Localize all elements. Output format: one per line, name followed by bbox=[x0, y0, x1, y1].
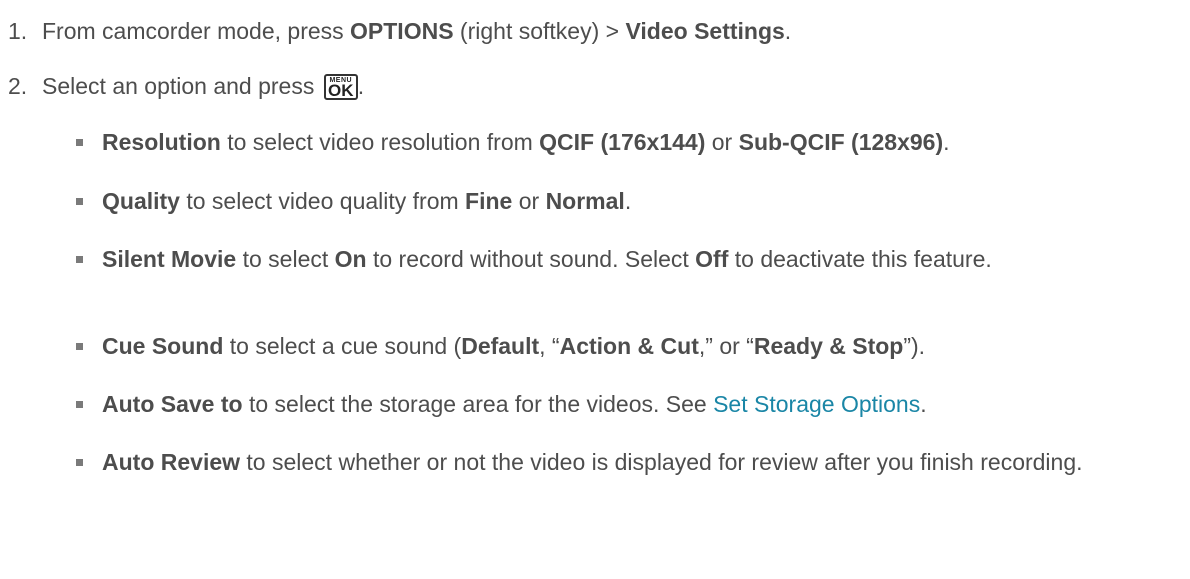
option-text: . bbox=[943, 129, 950, 155]
option-title: Quality bbox=[102, 188, 180, 214]
bullet-square-icon bbox=[76, 401, 83, 408]
option-value: Fine bbox=[465, 188, 513, 214]
option-text: or bbox=[705, 129, 739, 155]
step-text: From camcorder mode, press bbox=[42, 18, 351, 44]
step-number: 2. bbox=[8, 73, 28, 99]
bullet-square-icon bbox=[76, 256, 83, 263]
option-value: Action & Cut bbox=[559, 333, 699, 359]
option-value: Default bbox=[461, 333, 540, 359]
option-title: Cue Sound bbox=[102, 333, 224, 359]
menu-ok-key-icon: MENU OK bbox=[323, 74, 358, 100]
option-silent-movie: Silent Movie to select On to record with… bbox=[76, 245, 1022, 274]
step-2: 2. Select an option and press MENU OK. bbox=[8, 72, 364, 101]
option-title: Silent Movie bbox=[102, 246, 237, 272]
option-text: ,” or “ bbox=[698, 333, 754, 359]
option-title: Resolution bbox=[102, 129, 221, 155]
option-title: Auto Save to bbox=[102, 391, 243, 417]
option-text: ”). bbox=[903, 333, 926, 359]
instructions-page: 1. From camcorder mode, press OPTIONS (ri… bbox=[0, 0, 1190, 579]
option-text: . bbox=[920, 391, 927, 417]
option-text: , “ bbox=[539, 333, 560, 359]
option-text: to select bbox=[236, 246, 335, 272]
option-text: to record without sound. Select bbox=[366, 246, 696, 272]
option-title: Auto Review bbox=[102, 449, 241, 475]
step-text: (right softkey) > bbox=[453, 18, 626, 44]
step-text: . bbox=[357, 73, 365, 99]
option-value: QCIF (176x144) bbox=[539, 129, 706, 155]
option-text: . bbox=[624, 188, 632, 214]
bullet-square-icon bbox=[76, 343, 83, 350]
set-storage-options-link[interactable]: Set Storage Options bbox=[713, 391, 920, 417]
option-auto-save: Auto Save to to select the storage area … bbox=[76, 390, 1182, 419]
step-text: Select an option and press bbox=[42, 73, 321, 99]
bullet-square-icon bbox=[76, 139, 83, 146]
option-text: to select a cue sound ( bbox=[223, 333, 462, 359]
option-text: to select whether or not the video is di… bbox=[240, 449, 1083, 475]
option-text: to deactivate this feature. bbox=[728, 246, 992, 272]
option-quality: Quality to select video quality from Fin… bbox=[76, 187, 1182, 216]
option-value: Ready & Stop bbox=[753, 333, 904, 359]
option-value: On bbox=[334, 246, 367, 272]
key-bottom-label: OK bbox=[328, 81, 354, 100]
option-auto-review: Auto Review to select whether or not the… bbox=[76, 448, 1102, 477]
option-cue-sound: Cue Sound to select a cue sound (Default… bbox=[76, 332, 1182, 361]
option-text: to select the storage area for the video… bbox=[242, 391, 714, 417]
option-text: to select video quality from bbox=[179, 188, 466, 214]
option-text: to select video resolution from bbox=[220, 129, 540, 155]
step-number: 1. bbox=[8, 18, 28, 44]
step-1: 1. From camcorder mode, press OPTIONS (ri… bbox=[8, 17, 791, 46]
option-resolution: Resolution to select video resolution fr… bbox=[76, 128, 1182, 157]
step-text: . bbox=[784, 18, 792, 44]
bullet-square-icon bbox=[76, 459, 83, 466]
bullet-square-icon bbox=[76, 198, 83, 205]
options-softkey-label: OPTIONS bbox=[350, 18, 454, 44]
option-text: or bbox=[512, 188, 546, 214]
video-settings-label: Video Settings bbox=[625, 18, 785, 44]
option-value: Sub-QCIF (128x96) bbox=[738, 129, 944, 155]
option-value: Off bbox=[695, 246, 729, 272]
option-value: Normal bbox=[545, 188, 625, 214]
